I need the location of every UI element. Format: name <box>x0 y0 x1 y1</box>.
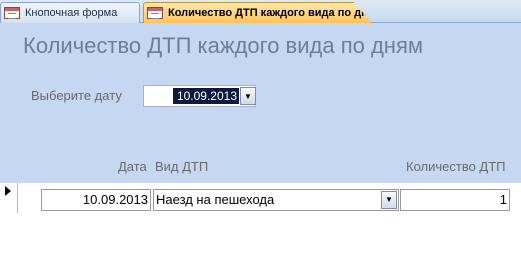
page-title: Количество ДТП каждого вида по дням <box>23 33 423 58</box>
form-header: Количество ДТП каждого вида по дням Выбе… <box>0 23 521 183</box>
column-header-date: Дата <box>118 159 147 174</box>
form-icon <box>4 7 20 19</box>
chevron-down-icon: ▼ <box>385 195 393 204</box>
row-count-field[interactable]: 1 <box>400 189 510 211</box>
column-header-type: Вид ДТП <box>155 159 209 174</box>
form-icon <box>147 7 163 19</box>
chevron-down-icon: ▼ <box>244 91 252 101</box>
tab-accidents-by-day[interactable]: Количество ДТП каждого вида по дням <box>143 2 372 23</box>
column-header-count: Количество ДТП <box>406 159 506 174</box>
record-selector[interactable] <box>0 183 18 213</box>
row-type-value: Наезд на пешехода <box>156 192 275 207</box>
date-filter-value[interactable]: 10.09.2013 <box>173 88 239 104</box>
row-type-combobox[interactable]: Наезд на пешехода ▼ <box>153 189 399 211</box>
tab-label: Кнопочная форма <box>25 7 118 19</box>
type-dropdown-button[interactable]: ▼ <box>381 191 397 209</box>
date-dropdown-button[interactable]: ▼ <box>240 87 256 105</box>
current-record-icon <box>5 186 11 196</box>
date-filter-combobox[interactable]: 10.09.2013 ▼ <box>143 85 256 107</box>
date-filter-label: Выберите дату <box>31 88 122 103</box>
document-tab-strip: Кнопочная форма Количество ДТП каждого в… <box>0 0 521 23</box>
tab-switchboard-form[interactable]: Кнопочная форма <box>0 2 140 23</box>
row-date-field[interactable]: 10.09.2013 <box>41 189 151 211</box>
tab-label: Количество ДТП каждого вида по дням <box>168 7 383 19</box>
